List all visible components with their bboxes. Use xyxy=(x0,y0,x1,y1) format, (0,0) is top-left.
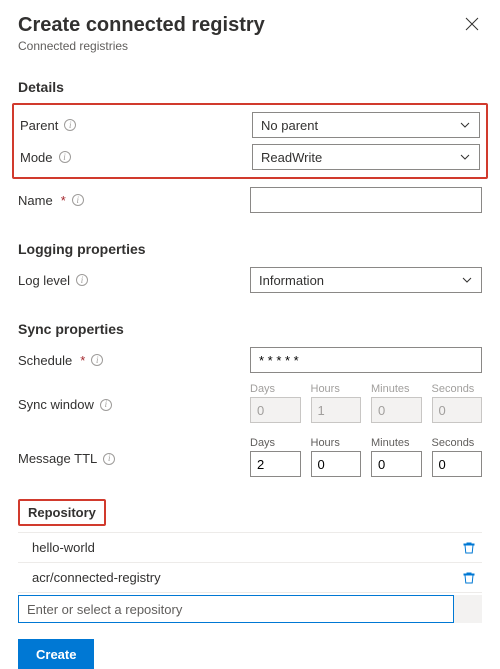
info-icon[interactable]: i xyxy=(59,151,71,163)
delete-icon[interactable] xyxy=(462,541,476,555)
repository-row: hello-world xyxy=(18,533,482,563)
panel-header: Create connected registry Connected regi… xyxy=(18,14,482,53)
ttl-hours-input[interactable] xyxy=(311,451,362,477)
ttl-group: Days Hours Minutes Seconds xyxy=(250,437,482,477)
section-logging-title: Logging properties xyxy=(18,241,482,257)
close-icon[interactable] xyxy=(462,14,482,34)
info-icon[interactable]: i xyxy=(100,399,112,411)
syncwindow-seconds-input xyxy=(432,397,483,423)
minutes-label: Minutes xyxy=(371,383,422,395)
name-label: Name xyxy=(18,193,53,208)
loglevel-select[interactable]: Information xyxy=(250,267,482,293)
panel-subtitle: Connected registries xyxy=(18,39,482,53)
parent-label: Parent xyxy=(20,118,58,133)
syncwindow-minutes-input xyxy=(371,397,422,423)
ttl-days-input[interactable] xyxy=(250,451,301,477)
mode-select[interactable]: ReadWrite xyxy=(252,144,480,170)
details-highlight-box: Parent i No parent Mode i ReadWrite xyxy=(12,103,488,179)
loglevel-select-value: Information xyxy=(259,273,324,288)
ttl-seconds-input[interactable] xyxy=(432,451,483,477)
section-details-title: Details xyxy=(18,79,482,95)
chevron-down-icon xyxy=(459,119,471,131)
info-icon[interactable]: i xyxy=(72,194,84,206)
required-asterisk: * xyxy=(61,193,66,208)
days-label: Days xyxy=(250,437,301,449)
schedule-input[interactable] xyxy=(250,347,482,373)
info-icon[interactable]: i xyxy=(64,119,76,131)
chevron-down-icon xyxy=(461,274,473,286)
delete-icon[interactable] xyxy=(462,571,476,585)
minutes-label: Minutes xyxy=(371,437,422,449)
syncwindow-days-input xyxy=(250,397,301,423)
repository-add-button[interactable] xyxy=(454,595,482,623)
hours-label: Hours xyxy=(311,437,362,449)
syncwindow-label: Sync window xyxy=(18,397,94,412)
repository-input[interactable] xyxy=(18,595,454,623)
info-icon[interactable]: i xyxy=(103,453,115,465)
seconds-label: Seconds xyxy=(432,437,483,449)
repository-name: hello-world xyxy=(32,540,95,555)
ttl-minutes-input[interactable] xyxy=(371,451,422,477)
name-input[interactable] xyxy=(250,187,482,213)
section-sync-title: Sync properties xyxy=(18,321,482,337)
mode-select-value: ReadWrite xyxy=(261,150,322,165)
create-button[interactable]: Create xyxy=(18,639,94,669)
seconds-label: Seconds xyxy=(432,383,483,395)
repository-name: acr/connected-registry xyxy=(32,570,161,585)
repository-heading: Repository xyxy=(18,499,106,526)
parent-select-value: No parent xyxy=(261,118,318,133)
chevron-down-icon xyxy=(459,151,471,163)
panel-title: Create connected registry xyxy=(18,14,482,37)
mode-label: Mode xyxy=(20,150,53,165)
info-icon[interactable]: i xyxy=(76,274,88,286)
parent-select[interactable]: No parent xyxy=(252,112,480,138)
schedule-label: Schedule xyxy=(18,353,72,368)
ttl-label: Message TTL xyxy=(18,451,97,466)
info-icon[interactable]: i xyxy=(91,354,103,366)
syncwindow-hours-input xyxy=(311,397,362,423)
repository-row: acr/connected-registry xyxy=(18,563,482,593)
loglevel-label: Log level xyxy=(18,273,70,288)
required-asterisk: * xyxy=(80,353,85,368)
days-label: Days xyxy=(250,383,301,395)
repository-list: hello-world acr/connected-registry xyxy=(18,532,482,593)
hours-label: Hours xyxy=(311,383,362,395)
sync-window-group: Days Hours Minutes Seconds xyxy=(250,383,482,423)
